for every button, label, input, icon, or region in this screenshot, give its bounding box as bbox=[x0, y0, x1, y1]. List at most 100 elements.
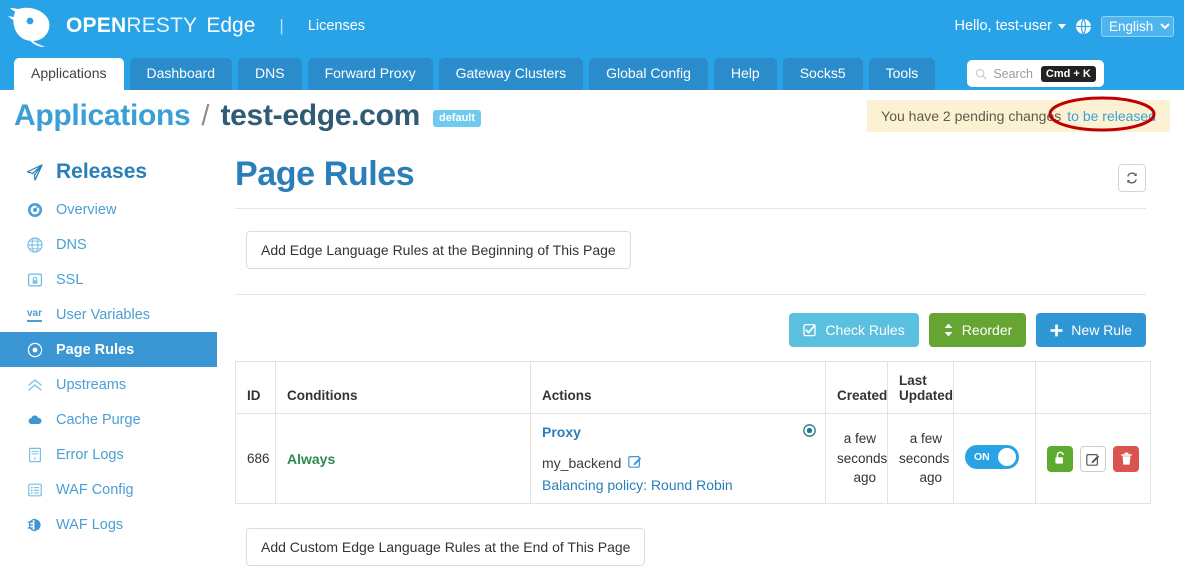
action-backend-row: my_backend bbox=[542, 454, 814, 471]
sidebar-item-ssl[interactable]: SSL bbox=[0, 262, 217, 297]
table-header-row: ID Conditions Actions Created Last Updat… bbox=[235, 361, 1151, 414]
rule-enabled-toggle[interactable]: ON bbox=[965, 445, 1019, 469]
waf-log-icon bbox=[26, 516, 43, 533]
tab-dashboard[interactable]: Dashboard bbox=[129, 57, 232, 90]
refresh-button[interactable] bbox=[1118, 164, 1146, 192]
cell-created: a few seconds ago bbox=[825, 413, 888, 504]
sidebar-item-label: User Variables bbox=[56, 306, 151, 323]
pending-changes-text: You have 2 pending changes bbox=[881, 108, 1062, 124]
chevron-down-icon bbox=[1058, 23, 1066, 29]
language-select[interactable]: English bbox=[1101, 15, 1174, 37]
condition-always-label: Always bbox=[287, 450, 336, 467]
action-proxy-label[interactable]: Proxy bbox=[542, 424, 814, 440]
globe-icon bbox=[1076, 18, 1091, 34]
main-content: Page Rules Add Edge Language Rules at th… bbox=[217, 142, 1184, 581]
brand-name: OPENRESTY bbox=[66, 14, 198, 37]
sidebar-item-label: Page Rules bbox=[56, 341, 135, 358]
svg-text:x: x bbox=[33, 456, 36, 462]
sidebar-item-page-rules[interactable]: Page Rules bbox=[0, 332, 217, 367]
cloud-icon bbox=[26, 411, 43, 428]
sidebar-item-overview[interactable]: Overview bbox=[0, 192, 217, 227]
add-edge-language-rules-beginning-button[interactable]: Add Edge Language Rules at the Beginning… bbox=[246, 231, 631, 269]
sort-updown-icon bbox=[944, 323, 953, 337]
checkbox-icon bbox=[803, 323, 816, 337]
table-row: 686 Always Proxy my_backend Balancing po… bbox=[235, 413, 1151, 504]
edit-rule-button[interactable] bbox=[1080, 445, 1106, 472]
brand-product: Edge bbox=[206, 14, 256, 37]
toggle-label: ON bbox=[974, 451, 990, 463]
sidebar-item-upstreams[interactable]: Upstreams bbox=[0, 367, 217, 402]
reorder-button[interactable]: Reorder bbox=[928, 313, 1027, 347]
cell-enabled-toggle: ON bbox=[953, 413, 1036, 504]
paper-plane-icon bbox=[26, 163, 43, 181]
tab-tools[interactable]: Tools bbox=[868, 57, 936, 90]
chevrons-up-icon bbox=[26, 376, 43, 393]
sidebar-item-label: WAF Config bbox=[56, 481, 134, 498]
tab-gateway-clusters[interactable]: Gateway Clusters bbox=[438, 57, 584, 90]
user-menu[interactable]: Hello, test-user bbox=[954, 18, 1066, 34]
sidebar-item-error-logs[interactable]: x Error Logs bbox=[0, 437, 217, 472]
licenses-link[interactable]: Licenses bbox=[308, 18, 365, 34]
tab-socks5[interactable]: Socks5 bbox=[782, 57, 863, 90]
gauge-icon bbox=[26, 201, 43, 218]
sidebar: Releases Overview DNS SSL var User Varia… bbox=[0, 142, 217, 581]
table-header: ID Conditions Actions Created Last Updat… bbox=[235, 361, 1151, 414]
sidebar-item-waf-logs[interactable]: WAF Logs bbox=[0, 507, 217, 542]
main-nav: Applications Dashboard DNS Forward Proxy… bbox=[0, 52, 1184, 90]
trash-icon bbox=[1120, 452, 1132, 465]
search-placeholder: Search bbox=[993, 66, 1033, 81]
sidebar-item-label: Upstreams bbox=[56, 376, 127, 393]
column-header-operations bbox=[1035, 361, 1151, 414]
tab-applications[interactable]: Applications bbox=[14, 57, 124, 90]
sidebar-item-cache-purge[interactable]: Cache Purge bbox=[0, 402, 217, 437]
column-header-conditions: Conditions bbox=[275, 361, 531, 414]
tab-help[interactable]: Help bbox=[713, 57, 777, 90]
action-balancing-policy-label[interactable]: Balancing policy: Round Robin bbox=[542, 477, 814, 493]
toggle-knob bbox=[998, 448, 1016, 466]
breadcrumb-separator: / bbox=[201, 99, 210, 132]
sidebar-item-label: Overview bbox=[56, 201, 117, 218]
sidebar-item-waf-config[interactable]: WAF Config bbox=[0, 472, 217, 507]
search-input[interactable]: Search Cmd + K bbox=[967, 60, 1104, 87]
top-bar: OPENRESTY Edge | Licenses Hello, test-us… bbox=[0, 0, 1184, 52]
cell-last-updated: a few seconds ago bbox=[887, 413, 954, 504]
breadcrumb-applications[interactable]: Applications bbox=[14, 99, 191, 133]
target-icon bbox=[26, 341, 43, 358]
openresty-bird-logo bbox=[8, 7, 50, 47]
brand[interactable]: OPENRESTY Edge | Licenses bbox=[0, 4, 365, 48]
tab-global-config[interactable]: Global Config bbox=[589, 57, 708, 90]
sidebar-item-label: DNS bbox=[56, 236, 87, 253]
check-rules-button[interactable]: Check Rules bbox=[789, 313, 919, 347]
row-operation-buttons bbox=[1047, 445, 1139, 472]
delete-rule-button[interactable] bbox=[1113, 445, 1139, 472]
search-icon bbox=[976, 68, 987, 80]
tab-dns[interactable]: DNS bbox=[238, 57, 302, 90]
unlock-button[interactable] bbox=[1047, 445, 1073, 472]
to-be-released-link[interactable]: to be released bbox=[1067, 108, 1156, 124]
var-icon: var bbox=[26, 306, 43, 323]
column-header-enabled bbox=[953, 361, 1036, 414]
new-rule-button[interactable]: New Rule bbox=[1036, 313, 1146, 347]
sidebar-title: Releases bbox=[0, 152, 217, 192]
sidebar-item-label: SSL bbox=[56, 271, 84, 288]
sidebar-item-label: Error Logs bbox=[56, 446, 124, 463]
check-rules-label: Check Rules bbox=[825, 322, 905, 338]
page-header: Page Rules bbox=[235, 147, 1146, 209]
sidebar-title-label: Releases bbox=[56, 160, 148, 183]
rule-target-icon[interactable] bbox=[803, 424, 816, 440]
cell-actions: Proxy my_backend Balancing policy: Round… bbox=[530, 413, 826, 504]
column-header-last-updated: Last Updated bbox=[887, 361, 954, 414]
add-custom-edge-language-rules-end-button[interactable]: Add Custom Edge Language Rules at the En… bbox=[246, 528, 646, 566]
column-header-actions: Actions bbox=[530, 361, 826, 414]
tab-forward-proxy[interactable]: Forward Proxy bbox=[307, 57, 433, 90]
globe-icon bbox=[26, 236, 43, 253]
rules-action-buttons: Check Rules Reorder New Rule bbox=[235, 295, 1146, 361]
cell-rule-id: 686 bbox=[235, 413, 276, 504]
sidebar-item-dns[interactable]: DNS bbox=[0, 227, 217, 262]
table-body: 686 Always Proxy my_backend Balancing po… bbox=[235, 413, 1151, 504]
status-badge: default bbox=[432, 109, 482, 127]
edit-icon bbox=[1086, 453, 1100, 466]
edit-backend-icon[interactable] bbox=[628, 454, 642, 471]
refresh-icon bbox=[1127, 172, 1137, 184]
sidebar-item-user-variables[interactable]: var User Variables bbox=[0, 297, 217, 332]
